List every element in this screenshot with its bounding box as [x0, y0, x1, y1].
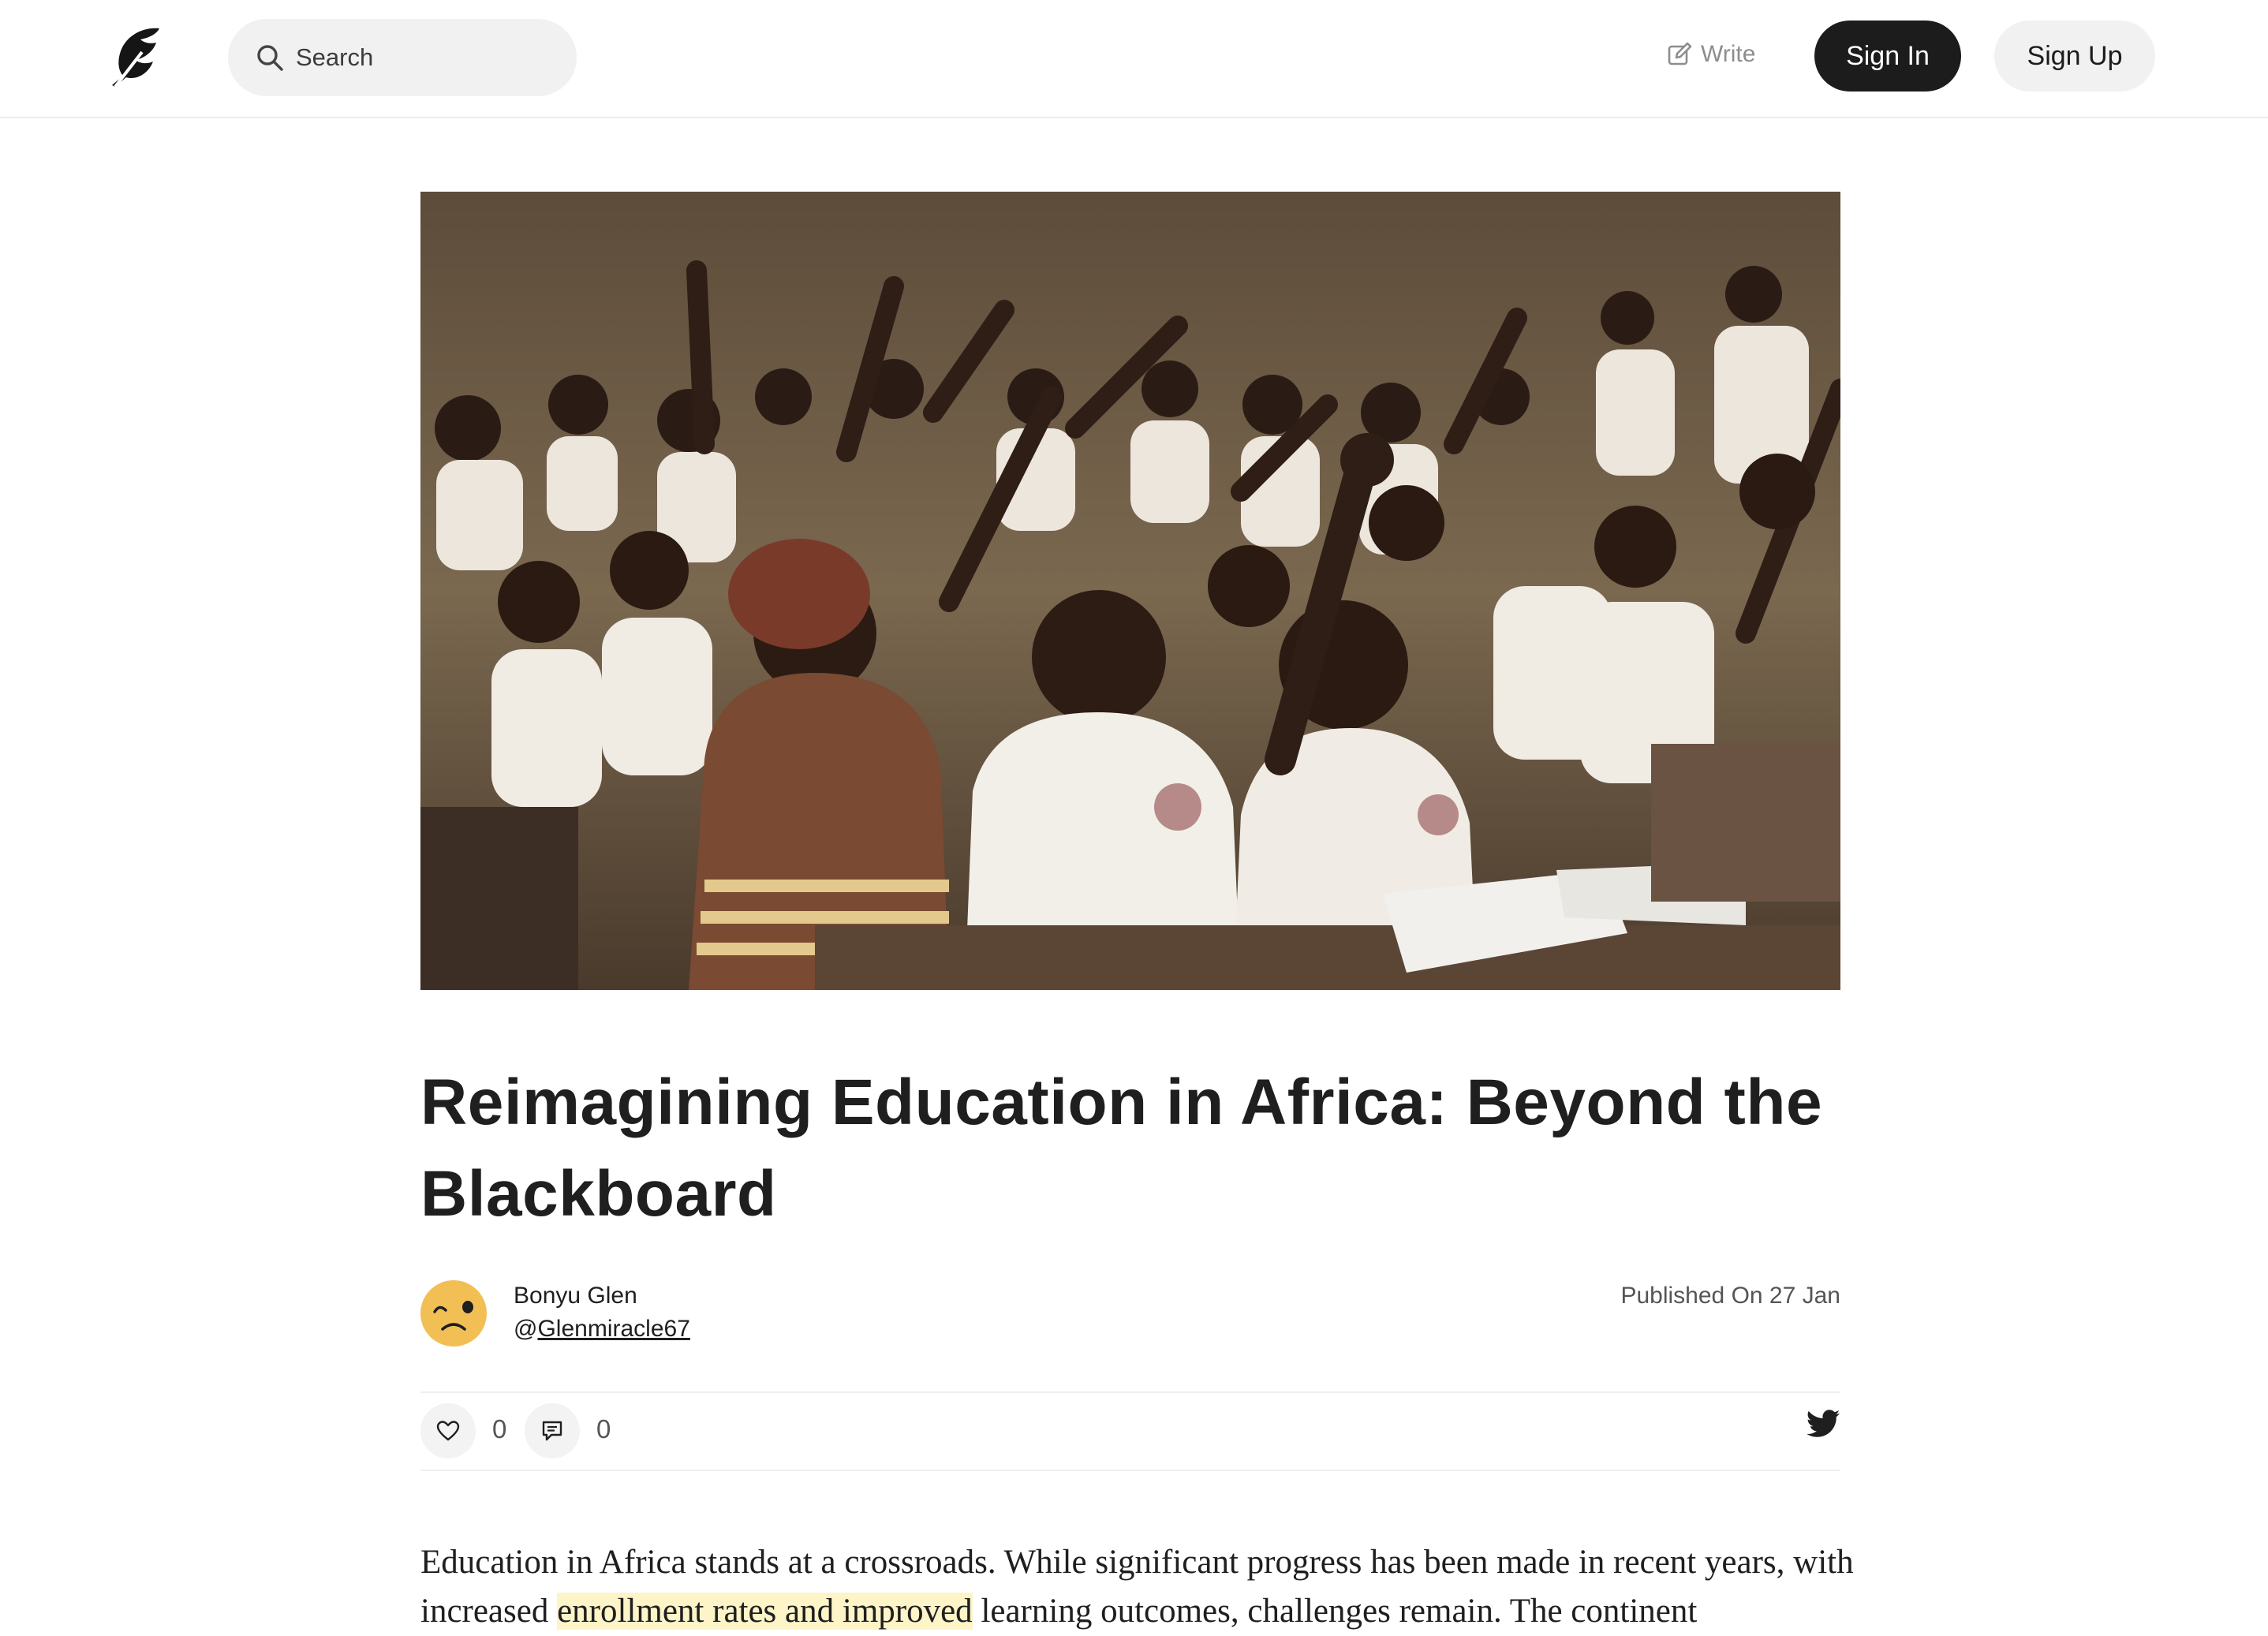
search-icon	[257, 45, 283, 71]
write-label: Write	[1701, 41, 1756, 67]
classroom-photo	[420, 192, 1840, 990]
action-bar-bottom-divider	[420, 1470, 1840, 1471]
sad-face-avatar-icon	[433, 1301, 473, 1331]
top-navigation-bar: Write Sign In Sign Up	[0, 0, 2268, 118]
heart-icon	[436, 1421, 460, 1441]
sign-in-button[interactable]: Sign In	[1814, 21, 1961, 92]
author-handle[interactable]: @Glenmiracle67	[514, 1316, 690, 1343]
write-link[interactable]: Write	[1666, 36, 1755, 73]
hero-image-classroom	[420, 192, 1840, 990]
author-name[interactable]: Bonyu Glen	[514, 1283, 637, 1309]
search-bar[interactable]	[228, 19, 577, 96]
body-text-end: learning outcomes, challenges remain. Th…	[972, 1593, 1698, 1630]
article-body-paragraph: Education in Africa stands at a crossroa…	[420, 1538, 1856, 1636]
action-bar-top-divider	[420, 1391, 1840, 1393]
edit-icon	[1668, 42, 1692, 65]
highlighted-text[interactable]: enrollment rates and improved	[557, 1593, 973, 1630]
published-date: Published On 27 Jan	[1620, 1283, 1840, 1309]
quill-logo-icon[interactable]	[101, 24, 166, 88]
author-avatar[interactable]	[420, 1280, 487, 1347]
twitter-icon[interactable]	[1807, 1410, 1840, 1438]
comment-button[interactable]	[525, 1403, 580, 1459]
comment-count: 0	[596, 1414, 611, 1444]
like-count: 0	[492, 1414, 507, 1444]
search-input[interactable]	[296, 43, 548, 72]
author-handle-prefix: @	[514, 1316, 538, 1342]
comment-icon	[542, 1421, 562, 1441]
author-handle-link[interactable]: Glenmiracle67	[537, 1316, 689, 1342]
article-title: Reimagining Education in Africa: Beyond …	[420, 1066, 1823, 1230]
like-button[interactable]	[420, 1403, 476, 1459]
sign-up-button[interactable]: Sign Up	[1994, 21, 2155, 92]
